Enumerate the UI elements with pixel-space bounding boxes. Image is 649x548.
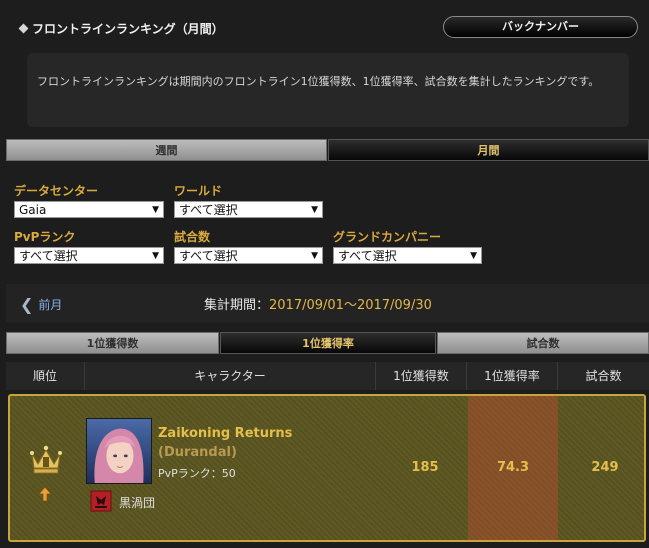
- tab-weekly[interactable]: 週間: [6, 139, 327, 161]
- character-pvp-rank: PvPランク：50: [158, 467, 236, 480]
- pvp-rank-label: PvPランク: [14, 230, 76, 244]
- datacenter-value: Gaia: [19, 203, 47, 217]
- header-character: キャラクター: [194, 369, 266, 383]
- chevron-down-icon: ▼: [152, 205, 159, 215]
- header-win-rate: 1位獲得率: [484, 369, 540, 383]
- tab-sort-matches[interactable]: 試合数: [437, 332, 649, 354]
- grand-company-value: すべて選択: [338, 249, 397, 263]
- header-matches: 試合数: [585, 369, 622, 383]
- period-value: 2017/09/01～2017/09/30: [269, 298, 432, 313]
- character-world: (Durandal): [158, 445, 237, 460]
- character-portrait[interactable]: [86, 418, 152, 484]
- crown-rank-1-icon: [30, 445, 62, 474]
- tab-monthly[interactable]: 月間: [328, 139, 649, 161]
- grand-company-label: グランドカンパニー: [333, 230, 442, 244]
- back-number-button[interactable]: バックナンバー: [443, 16, 638, 38]
- ranking-header: フロントラインランキング（月間） バックナンバー: [8, 12, 644, 42]
- matches-select[interactable]: すべて選択 ▼: [174, 247, 323, 264]
- period-label: 集計期間：2017/09/01～2017/09/30: [204, 294, 432, 313]
- pvp-rank-value: すべて選択: [19, 249, 78, 263]
- chevron-down-icon: ▼: [152, 251, 159, 261]
- matches-label: 試合数: [174, 230, 211, 244]
- up-arrow-icon: [38, 486, 52, 502]
- pvp-rank-select[interactable]: すべて選択 ▼: [14, 247, 164, 264]
- wins-value: 185: [411, 460, 439, 475]
- filter-panel: データセンター Gaia ▼ ワールド すべて選択 ▼ PvPランク すべて選択 ▼ …: [0, 166, 649, 282]
- world-value: すべて選択: [179, 203, 238, 217]
- grand-company-select[interactable]: すべて選択 ▼: [333, 247, 482, 264]
- matches-value: すべて選択: [179, 249, 238, 263]
- sort-tabs: 1位獲得数 1位獲得率 試合数: [6, 332, 649, 354]
- period-bar: ❮ 前月 集計期間：2017/09/01～2017/09/30: [6, 284, 649, 322]
- datacenter-select[interactable]: Gaia ▼: [14, 201, 164, 218]
- chevron-down-icon: ▼: [311, 205, 318, 215]
- description-box: フロントラインランキングは期間内のフロントライン1位獲得数、1位獲得率、試合数を…: [27, 53, 629, 127]
- page-title-text: フロントラインランキング（月間）: [32, 22, 224, 36]
- table-row[interactable]: Zaikoning Returns (Durandal) PvPランク：50 黒…: [8, 394, 646, 542]
- datacenter-label: データセンター: [14, 184, 99, 198]
- world-label: ワールド: [174, 184, 223, 198]
- chevron-down-icon: ▼: [470, 251, 477, 261]
- character-name[interactable]: Zaikoning Returns: [158, 426, 292, 441]
- period-label-text: 集計期間：: [204, 298, 270, 313]
- grand-company-name: 黒渦団: [119, 496, 156, 510]
- period-tabs: 週間 月間: [6, 139, 649, 161]
- world-select[interactable]: すべて選択 ▼: [174, 201, 323, 218]
- page-title: フロントラインランキング（月間）: [18, 20, 224, 37]
- prev-month-label: 前月: [38, 298, 63, 312]
- header-wins: 1位獲得数: [393, 369, 449, 383]
- maelstrom-emblem-icon: [90, 490, 112, 512]
- table-header: 順位 キャラクター 1位獲得数 1位獲得率 試合数: [6, 362, 649, 390]
- tab-sort-wins[interactable]: 1位獲得数: [6, 332, 219, 354]
- header-rank: 順位: [32, 369, 57, 383]
- chevron-left-icon: ❮: [20, 295, 34, 314]
- chevron-down-icon: ▼: [311, 251, 318, 261]
- win-rate-value: 74.3: [496, 460, 530, 475]
- matches-value-cell: 249: [591, 460, 619, 475]
- diamond-bullet-icon: [18, 23, 29, 34]
- prev-month-link[interactable]: ❮ 前月: [20, 294, 63, 314]
- tab-sort-win-rate[interactable]: 1位獲得率: [220, 332, 436, 354]
